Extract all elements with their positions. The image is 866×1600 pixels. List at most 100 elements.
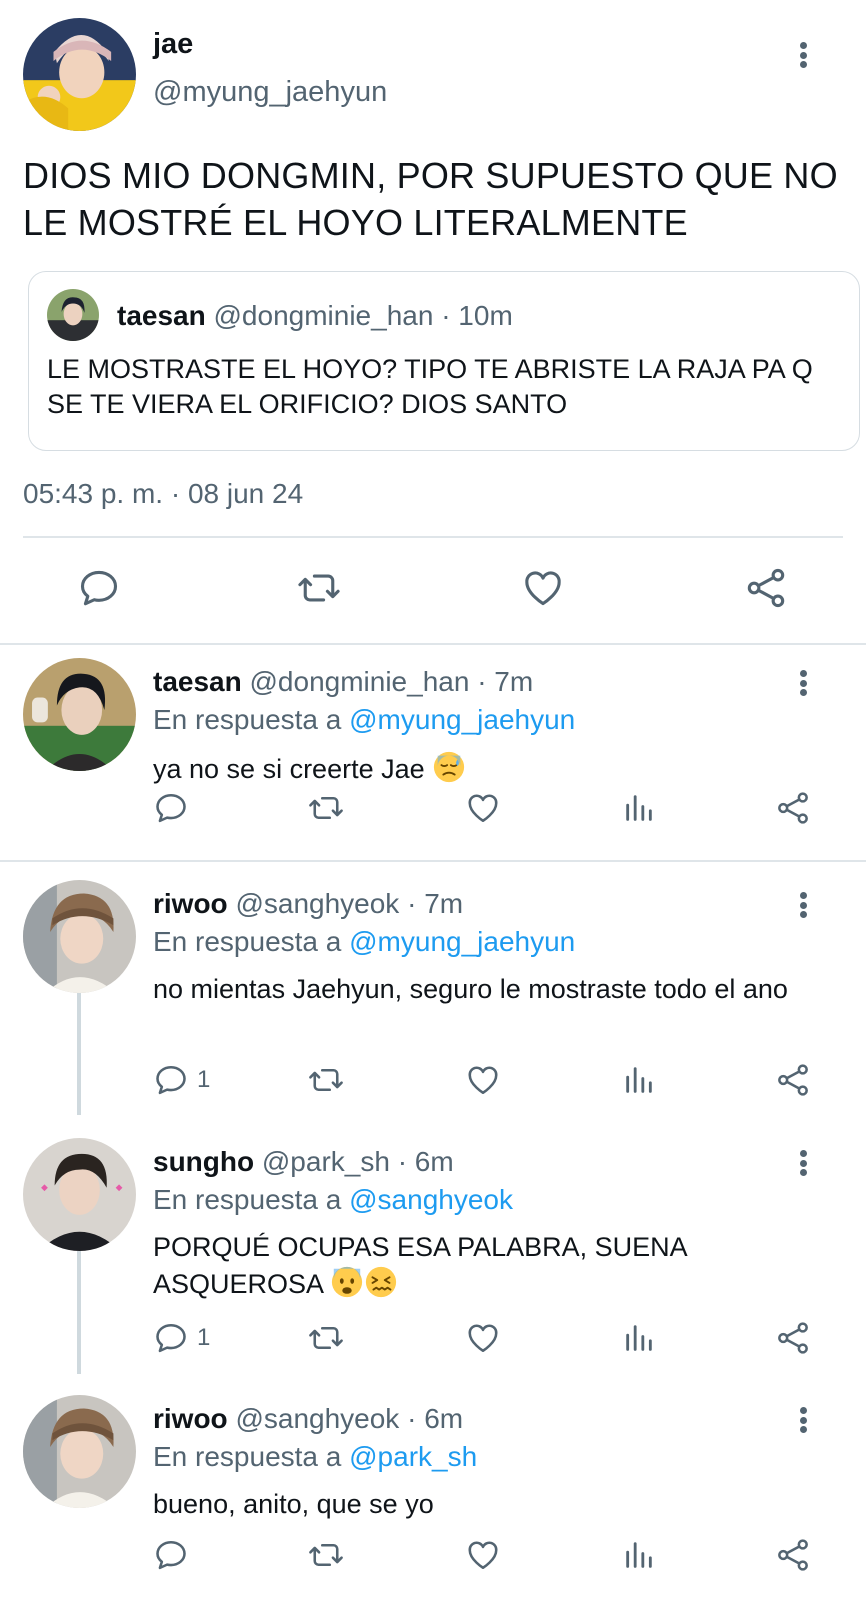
like-button[interactable] — [465, 1320, 501, 1356]
like-button[interactable] — [465, 1062, 501, 1098]
views-button[interactable] — [622, 1320, 656, 1356]
author-handle[interactable]: @dongminie_han — [250, 666, 470, 697]
reply-context: En respuesta a @sanghyeok — [153, 1184, 513, 1216]
author-name[interactable]: jae — [153, 28, 193, 61]
share-icon — [775, 1062, 811, 1098]
reply-text-block: PORQUÉ OCUPAS ESA PALABRA, SUENA ASQUERO… — [153, 1230, 833, 1302]
reply-time: · 6m — [397, 1146, 454, 1177]
views-button[interactable] — [622, 790, 656, 826]
quote-text: LE MOSTRASTE EL HOYO? TIPO TE ABRISTE LA… — [47, 354, 813, 419]
views-button[interactable] — [622, 1062, 656, 1098]
retweet-button[interactable] — [307, 1062, 345, 1098]
reply-prefix: En respuesta a — [153, 1441, 342, 1472]
reply-to-link[interactable]: @sanghyeok — [349, 1184, 513, 1215]
author-handle[interactable]: @sanghyeok — [235, 1403, 399, 1434]
reply-time: · 6m — [407, 1403, 464, 1434]
reply-button[interactable]: 1 — [153, 1062, 210, 1098]
author-handle[interactable]: @myung_jaehyun — [153, 76, 387, 109]
avatar[interactable] — [23, 880, 136, 993]
more-icon[interactable] — [792, 1403, 814, 1437]
views-icon — [622, 790, 656, 826]
reply-prefix: En respuesta a — [153, 1184, 342, 1215]
quote-header: taesan @dongminie_han · 10m — [117, 300, 513, 332]
share-button[interactable] — [775, 1062, 811, 1098]
reply-tweet[interactable]: taesan @dongminie_han · 7m En respuesta … — [0, 644, 866, 860]
retweet-button[interactable] — [307, 1320, 345, 1356]
reply-tweet[interactable]: sungho @park_sh · 6m En respuesta a @san… — [0, 1124, 866, 1376]
avatar[interactable] — [23, 658, 136, 771]
reply-count: 1 — [197, 1066, 211, 1093]
avatar-photo — [23, 1395, 136, 1508]
sweat-emoji — [434, 751, 465, 783]
heart-icon — [465, 790, 501, 826]
reply-button[interactable] — [153, 1537, 189, 1573]
reply-to-link[interactable]: @myung_jaehyun — [349, 704, 575, 735]
share-button[interactable] — [775, 790, 811, 826]
views-icon — [622, 1320, 656, 1356]
confounded-emoji — [365, 1266, 397, 1298]
reply-icon — [77, 566, 121, 610]
author-name[interactable]: taesan — [153, 666, 242, 697]
author-handle[interactable]: @park_sh — [262, 1146, 390, 1177]
reply-to-link[interactable]: @park_sh — [349, 1441, 477, 1472]
retweet-icon — [307, 790, 345, 826]
reply-header: riwoo @sanghyeok · 7m — [153, 888, 463, 920]
quote-author-name: taesan — [117, 300, 206, 331]
like-button[interactable] — [521, 566, 565, 610]
avatar[interactable] — [23, 1138, 136, 1251]
avatar[interactable] — [23, 1395, 136, 1508]
retweet-button[interactable] — [295, 566, 343, 610]
reply-icon — [153, 1320, 189, 1356]
reply-to-link[interactable]: @myung_jaehyun — [349, 926, 575, 957]
heart-icon — [465, 1537, 501, 1573]
tweet-timestamp[interactable]: 05:43 p. m. · 08 jun 24 — [23, 478, 303, 510]
reply-context: En respuesta a @myung_jaehyun — [153, 704, 575, 736]
reply-button[interactable]: 1 — [153, 1320, 210, 1356]
avatar-photo — [23, 880, 136, 993]
share-icon — [775, 1320, 811, 1356]
reply-header: riwoo @sanghyeok · 6m — [153, 1403, 463, 1435]
more-icon[interactable] — [792, 666, 814, 700]
reply-action-bar — [0, 790, 866, 830]
views-button[interactable] — [622, 1537, 656, 1573]
reply-tweet[interactable]: riwoo @sanghyeok · 7m En respuesta a @my… — [0, 866, 866, 1118]
more-icon[interactable] — [792, 1146, 814, 1180]
reply-text: PORQUÉ OCUPAS ESA PALABRA, SUENA ASQUERO… — [153, 1232, 687, 1299]
quoted-tweet[interactable]: taesan @dongminie_han · 10m LE MOSTRASTE… — [28, 271, 860, 451]
like-button[interactable] — [465, 1537, 501, 1573]
reply-text: no mientas Jaehyun, seguro le mostraste … — [153, 974, 788, 1004]
retweet-icon — [307, 1537, 345, 1573]
avatar-photo — [23, 658, 136, 771]
views-icon — [622, 1062, 656, 1098]
reply-button[interactable] — [77, 566, 121, 610]
share-button[interactable] — [775, 1537, 811, 1573]
author-handle[interactable]: @sanghyeok — [235, 888, 399, 919]
divider — [23, 536, 843, 538]
author-name[interactable]: riwoo — [153, 888, 228, 919]
retweet-icon — [307, 1062, 345, 1098]
author-name[interactable]: riwoo — [153, 1403, 228, 1434]
fearful-emoji — [331, 1266, 363, 1298]
reply-icon — [153, 790, 189, 826]
quote-avatar — [47, 289, 99, 341]
author-name[interactable]: sungho — [153, 1146, 254, 1177]
more-icon[interactable] — [792, 888, 814, 922]
reply-time: · 7m — [407, 888, 464, 919]
more-icon[interactable] — [792, 38, 814, 72]
avatar[interactable] — [23, 18, 136, 131]
reply-tweet[interactable]: riwoo @sanghyeok · 6m En respuesta a @pa… — [0, 1381, 866, 1600]
share-button[interactable] — [744, 566, 788, 610]
like-button[interactable] — [465, 790, 501, 826]
heart-icon — [465, 1062, 501, 1098]
reply-button[interactable] — [153, 790, 189, 826]
reply-prefix: En respuesta a — [153, 704, 342, 735]
retweet-button[interactable] — [307, 790, 345, 826]
retweet-button[interactable] — [307, 1537, 345, 1573]
reply-time: · 7m — [477, 666, 534, 697]
reply-count: 1 — [197, 1324, 211, 1351]
avatar-photo — [47, 289, 99, 341]
share-button[interactable] — [775, 1320, 811, 1356]
heart-icon — [521, 566, 565, 610]
share-icon — [744, 566, 788, 610]
reply-header: taesan @dongminie_han · 7m — [153, 666, 533, 698]
